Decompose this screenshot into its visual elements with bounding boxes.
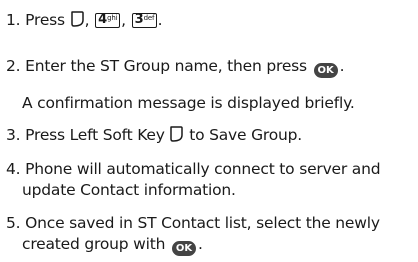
step-number: 4. bbox=[6, 160, 21, 178]
step-number: 2. bbox=[6, 57, 21, 75]
key-4-ghi: 4 ghi bbox=[95, 12, 121, 28]
step-text: Press Left Soft Key bbox=[25, 126, 165, 144]
step-text: Press bbox=[25, 11, 65, 29]
step-5-line-2: created group with OK. bbox=[22, 235, 203, 256]
ok-key-icon: OK bbox=[313, 63, 338, 78]
step-2: 2. Enter the ST Group name, then press O… bbox=[6, 57, 345, 78]
left-soft-key-icon bbox=[170, 126, 184, 142]
step-number: 5. bbox=[6, 214, 21, 232]
key-3-def: 3 def bbox=[131, 12, 157, 28]
step-text-continued: to Save Group. bbox=[189, 126, 302, 144]
step-number: 3. bbox=[6, 126, 21, 144]
step-3: 3. Press Left Soft Key to Save Group. bbox=[6, 125, 302, 145]
step-4-line-2: update Contact information. bbox=[22, 181, 236, 199]
step-text: Enter the ST Group name, then press bbox=[25, 57, 307, 75]
step-text: Once saved in ST Contact list, select th… bbox=[25, 214, 380, 232]
step-text: Phone will automatically connect to serv… bbox=[25, 160, 381, 178]
step-1: 1. Press , 4 ghi , 3 def . bbox=[6, 11, 163, 29]
step-number: 1. bbox=[6, 11, 21, 29]
step-text: created group with bbox=[22, 235, 166, 253]
step-5: 5. Once saved in ST Contact list, select… bbox=[6, 213, 380, 233]
step-2-note: A confirmation message is displayed brie… bbox=[22, 94, 355, 112]
left-soft-key-icon bbox=[70, 11, 84, 27]
step-4: 4. Phone will automatically connect to s… bbox=[6, 159, 381, 179]
ok-key-icon: OK bbox=[171, 241, 196, 256]
